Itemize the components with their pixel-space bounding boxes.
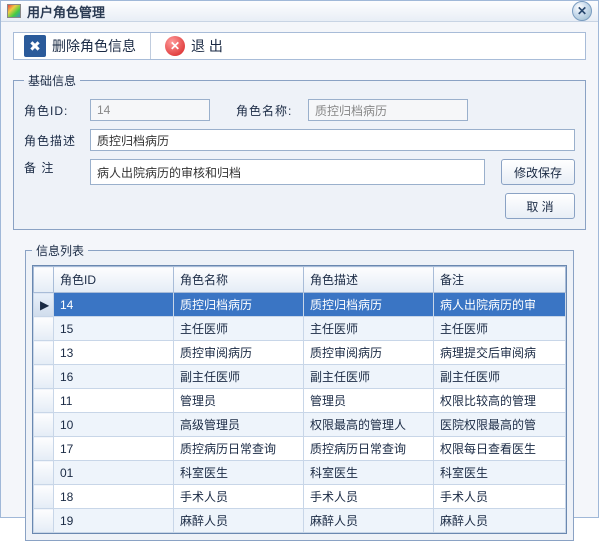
table-row[interactable]: 16副主任医师副主任医师副主任医师 bbox=[34, 365, 566, 389]
cell-id: 14 bbox=[54, 293, 174, 317]
col-header-desc[interactable]: 角色描述 bbox=[304, 267, 434, 293]
row-indicator bbox=[34, 413, 54, 437]
close-button[interactable]: ✕ bbox=[572, 1, 592, 21]
cell-desc: 手术人员 bbox=[304, 485, 434, 509]
cell-name: 质控病历日常查询 bbox=[174, 437, 304, 461]
role-name-label: 角色名称: bbox=[236, 102, 302, 119]
table-row[interactable]: 17质控病历日常查询质控病历日常查询权限每日查看医生 bbox=[34, 437, 566, 461]
col-header-note[interactable]: 备注 bbox=[434, 267, 566, 293]
exit-label: 退 出 bbox=[191, 36, 223, 56]
role-id-input bbox=[90, 99, 210, 121]
exit-icon: ✕ bbox=[165, 36, 185, 56]
window-title: 用户角色管理 bbox=[27, 2, 105, 21]
info-list-legend: 信息列表 bbox=[32, 242, 88, 259]
table-row[interactable]: 13质控审阅病历质控审阅病历病理提交后审阅病 bbox=[34, 341, 566, 365]
exit-button[interactable]: ✕ 退 出 bbox=[165, 36, 223, 56]
toolbar: ✖ 删除角色信息 ✕ 退 出 bbox=[13, 32, 586, 60]
row-indicator bbox=[34, 485, 54, 509]
role-id-label: 角色ID: bbox=[24, 102, 84, 119]
info-list-group: 信息列表 角色ID 角色名称 角色描述 备注 ▶14质控归档病历质控归档病历病人… bbox=[25, 242, 574, 541]
cell-note: 麻醉人员 bbox=[434, 509, 566, 533]
cell-note: 副主任医师 bbox=[434, 365, 566, 389]
table-row[interactable]: ▶14质控归档病历质控归档病历病人出院病历的审 bbox=[34, 293, 566, 317]
table-row[interactable]: 18手术人员手术人员手术人员 bbox=[34, 485, 566, 509]
cell-id: 15 bbox=[54, 317, 174, 341]
cell-desc: 管理员 bbox=[304, 389, 434, 413]
cell-note: 权限每日查看医生 bbox=[434, 437, 566, 461]
row-header-col bbox=[34, 267, 54, 293]
row-indicator bbox=[34, 317, 54, 341]
cell-note: 科室医生 bbox=[434, 461, 566, 485]
table-row[interactable]: 19麻醉人员麻醉人员麻醉人员 bbox=[34, 509, 566, 533]
cell-id: 16 bbox=[54, 365, 174, 389]
titlebar: 用户角色管理 ✕ bbox=[1, 1, 598, 22]
table-row[interactable]: 15主任医师主任医师主任医师 bbox=[34, 317, 566, 341]
save-button[interactable]: 修改保存 bbox=[501, 159, 575, 185]
table-row[interactable]: 11管理员管理员权限比较高的管理 bbox=[34, 389, 566, 413]
cell-note: 医院权限最高的管 bbox=[434, 413, 566, 437]
cell-name: 管理员 bbox=[174, 389, 304, 413]
cell-name: 科室医生 bbox=[174, 461, 304, 485]
cell-name: 质控审阅病历 bbox=[174, 341, 304, 365]
cell-desc: 科室医生 bbox=[304, 461, 434, 485]
cell-desc: 权限最高的管理人 bbox=[304, 413, 434, 437]
cell-note: 权限比较高的管理 bbox=[434, 389, 566, 413]
cell-name: 麻醉人员 bbox=[174, 509, 304, 533]
cell-id: 10 bbox=[54, 413, 174, 437]
table-row[interactable]: 10高级管理员权限最高的管理人医院权限最高的管 bbox=[34, 413, 566, 437]
cell-desc: 质控审阅病历 bbox=[304, 341, 434, 365]
role-desc-label: 角色描述 bbox=[24, 132, 84, 149]
basic-info-group: 基础信息 角色ID: 角色名称: 角色描述 备 注 修改保存 取 消 bbox=[13, 72, 586, 230]
row-indicator bbox=[34, 437, 54, 461]
row-indicator bbox=[34, 341, 54, 365]
col-header-name[interactable]: 角色名称 bbox=[174, 267, 304, 293]
row-indicator bbox=[34, 509, 54, 533]
role-name-input bbox=[308, 99, 468, 121]
cell-note: 手术人员 bbox=[434, 485, 566, 509]
cell-name: 主任医师 bbox=[174, 317, 304, 341]
cell-desc: 麻醉人员 bbox=[304, 509, 434, 533]
cell-desc: 副主任医师 bbox=[304, 365, 434, 389]
data-grid[interactable]: 角色ID 角色名称 角色描述 备注 ▶14质控归档病历质控归档病历病人出院病历的… bbox=[32, 265, 567, 534]
role-desc-input[interactable] bbox=[90, 129, 575, 151]
delete-icon: ✖ bbox=[24, 35, 46, 57]
cell-id: 11 bbox=[54, 389, 174, 413]
remark-input[interactable] bbox=[90, 159, 485, 185]
delete-role-label: 删除角色信息 bbox=[52, 36, 136, 56]
cell-note: 病人出院病历的审 bbox=[434, 293, 566, 317]
cell-name: 手术人员 bbox=[174, 485, 304, 509]
row-indicator: ▶ bbox=[34, 293, 54, 317]
cell-desc: 质控病历日常查询 bbox=[304, 437, 434, 461]
delete-role-button[interactable]: ✖ 删除角色信息 bbox=[24, 35, 136, 57]
cell-note: 病理提交后审阅病 bbox=[434, 341, 566, 365]
cancel-button[interactable]: 取 消 bbox=[505, 193, 575, 219]
row-indicator bbox=[34, 461, 54, 485]
cell-id: 19 bbox=[54, 509, 174, 533]
table-row[interactable]: 01科室医生科室医生科室医生 bbox=[34, 461, 566, 485]
app-icon bbox=[7, 4, 21, 18]
remark-label: 备 注 bbox=[24, 159, 84, 176]
cell-name: 质控归档病历 bbox=[174, 293, 304, 317]
col-header-id[interactable]: 角色ID bbox=[54, 267, 174, 293]
window: 用户角色管理 ✕ ✖ 删除角色信息 ✕ 退 出 基础信息 角色ID: 角色名称:… bbox=[0, 0, 599, 518]
cell-name: 副主任医师 bbox=[174, 365, 304, 389]
cell-name: 高级管理员 bbox=[174, 413, 304, 437]
cell-note: 主任医师 bbox=[434, 317, 566, 341]
cell-id: 17 bbox=[54, 437, 174, 461]
basic-info-legend: 基础信息 bbox=[24, 72, 80, 89]
cell-id: 13 bbox=[54, 341, 174, 365]
cell-desc: 质控归档病历 bbox=[304, 293, 434, 317]
cell-id: 01 bbox=[54, 461, 174, 485]
row-indicator bbox=[34, 389, 54, 413]
close-icon: ✕ bbox=[577, 4, 587, 18]
toolbar-separator bbox=[150, 33, 151, 59]
row-indicator bbox=[34, 365, 54, 389]
cell-id: 18 bbox=[54, 485, 174, 509]
cell-desc: 主任医师 bbox=[304, 317, 434, 341]
